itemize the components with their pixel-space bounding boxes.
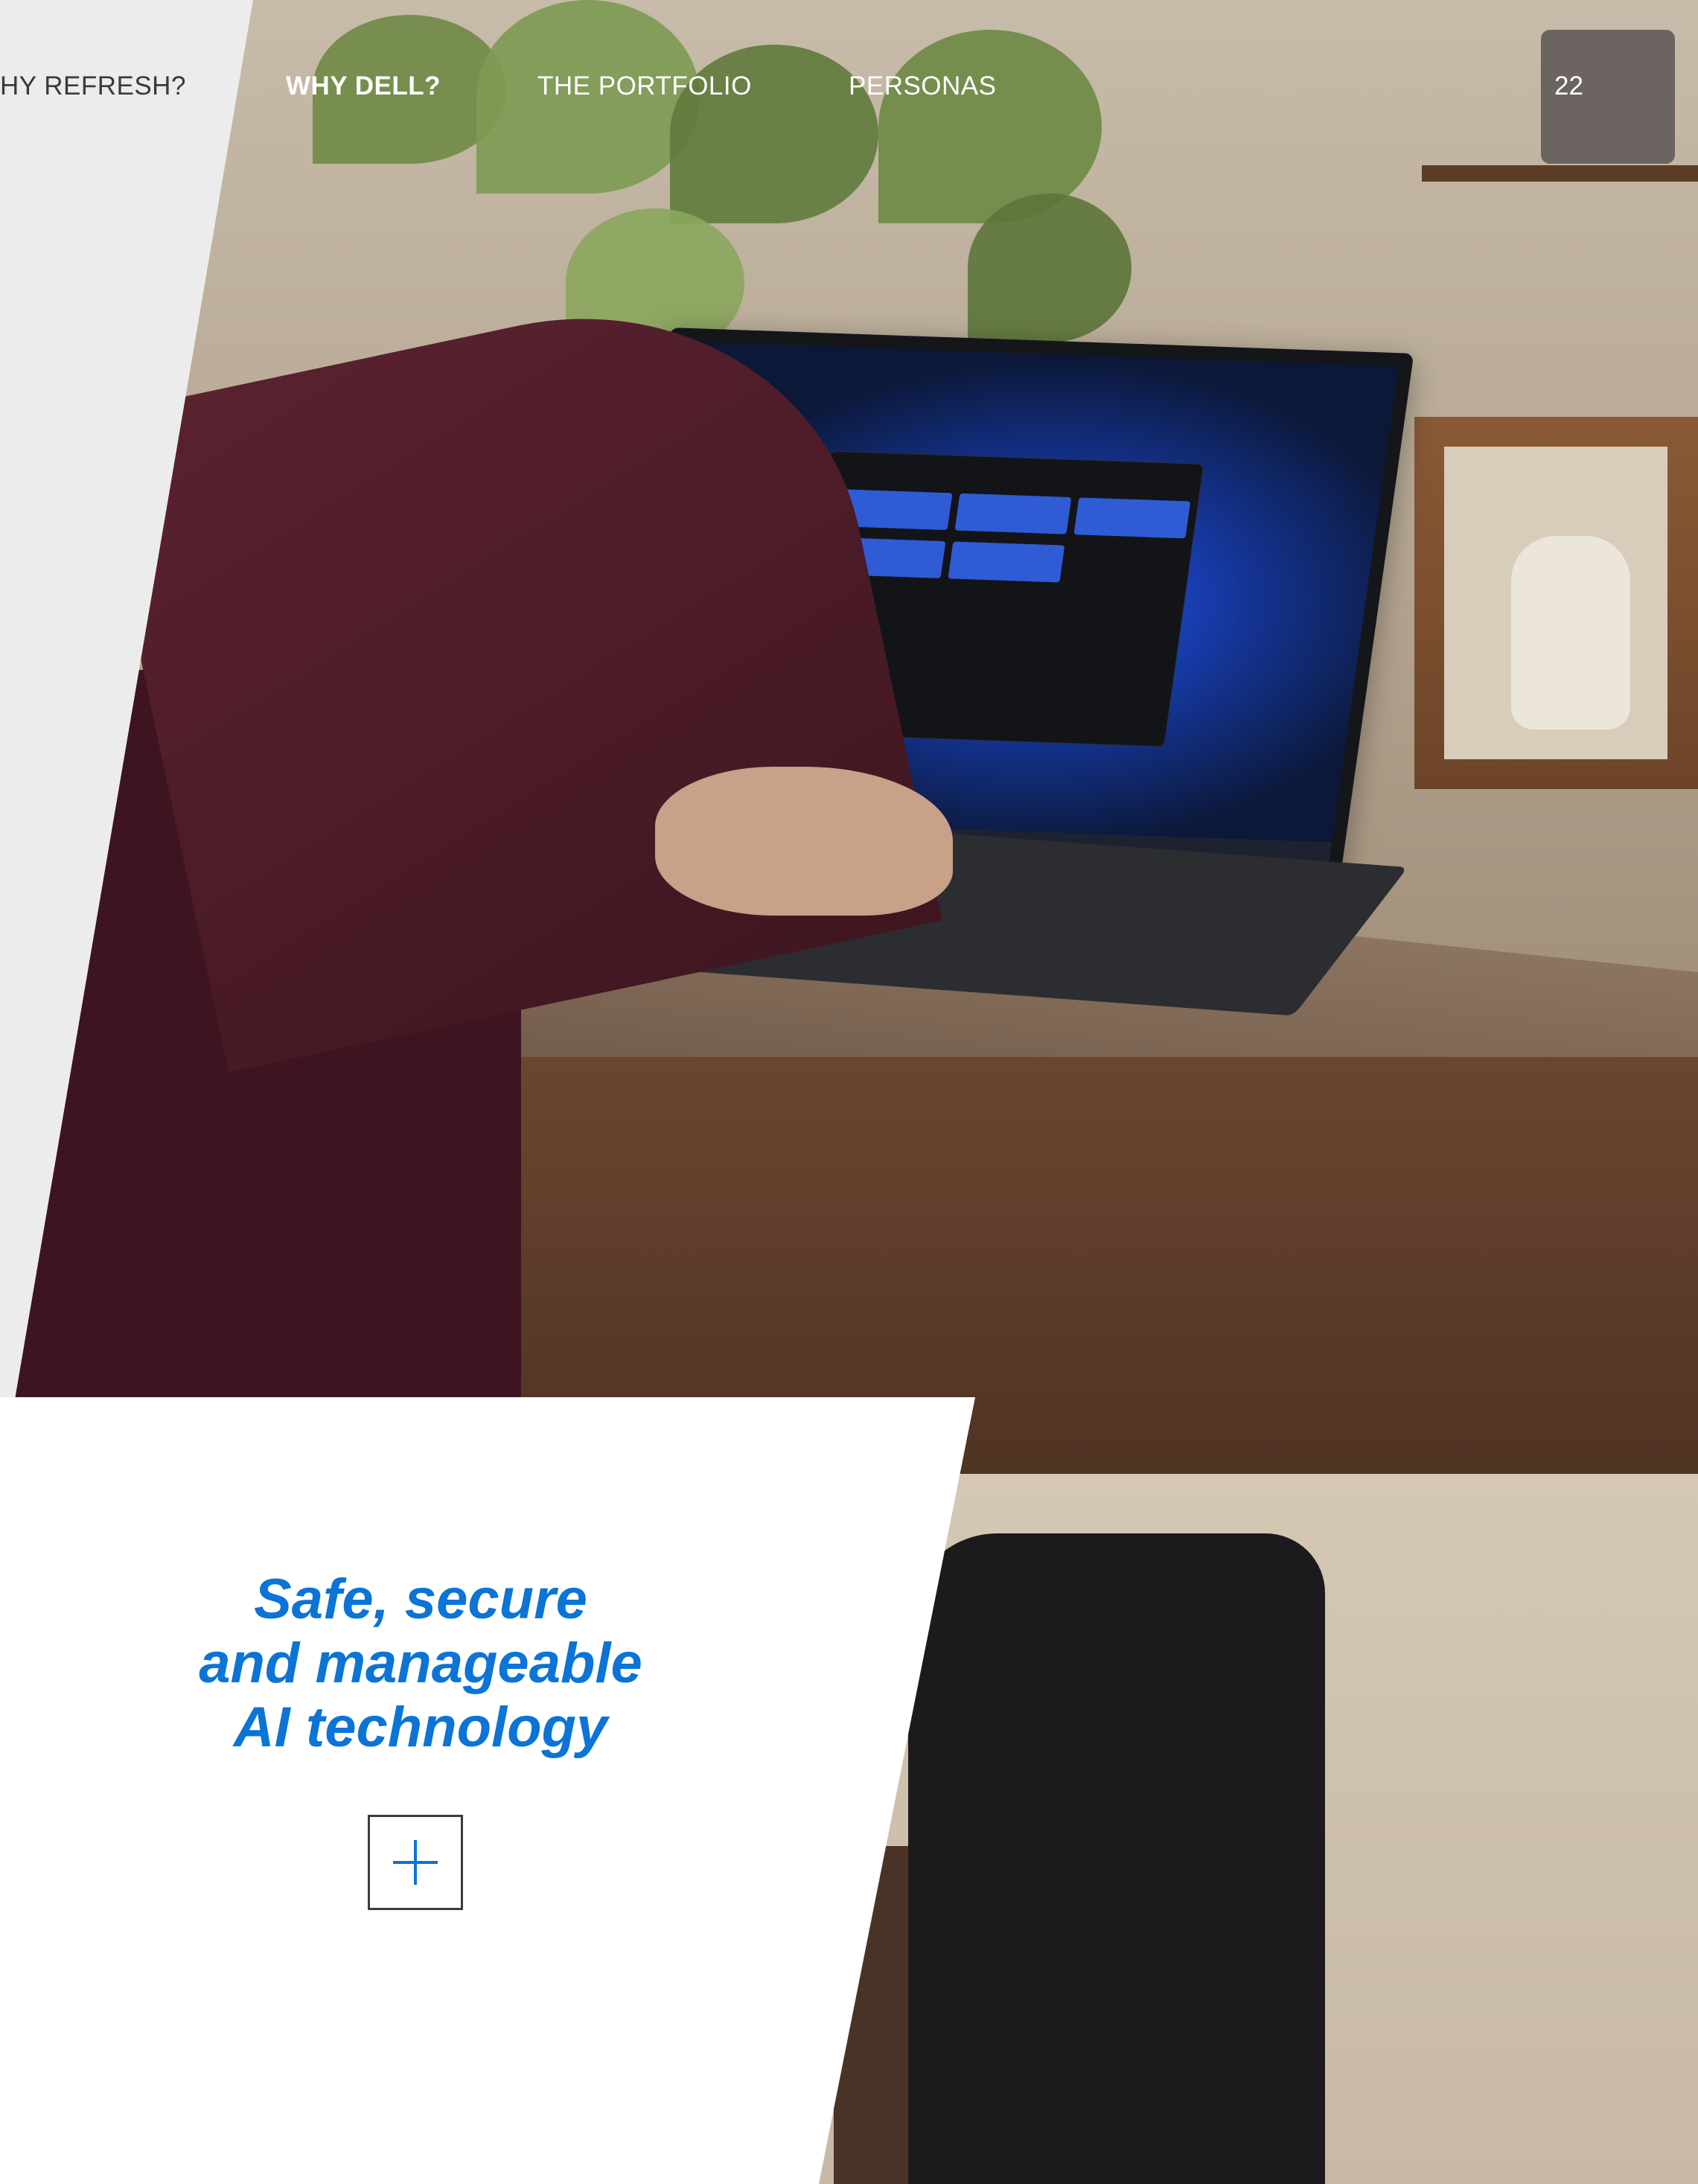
page-number: 22 (1554, 71, 1583, 100)
headline-line: Safe, secure (254, 1568, 587, 1631)
expand-button[interactable] (368, 1815, 463, 1910)
content-panel (0, 1397, 975, 2184)
headline-line: AI technology (233, 1696, 608, 1759)
nav-item-why-dell[interactable]: WHY DELL? (286, 71, 441, 101)
nav-item-personas[interactable]: PERSONAS (849, 71, 997, 101)
nav-item-portfolio[interactable]: THE PORTFOLIO (537, 71, 752, 101)
vase (1511, 536, 1630, 729)
section-headline: Safe, secure and manageable AI technolog… (104, 1568, 737, 1760)
nav-item-why-refresh[interactable]: HY REFRESH? (0, 71, 186, 101)
shelf-top (1422, 165, 1698, 182)
person-legs (908, 1533, 1325, 2184)
plant-leaf (968, 194, 1132, 342)
plant-leaf (878, 30, 1102, 223)
plus-icon (393, 1840, 438, 1885)
person-hand (655, 767, 953, 916)
headline-line: and manageable (199, 1632, 642, 1695)
